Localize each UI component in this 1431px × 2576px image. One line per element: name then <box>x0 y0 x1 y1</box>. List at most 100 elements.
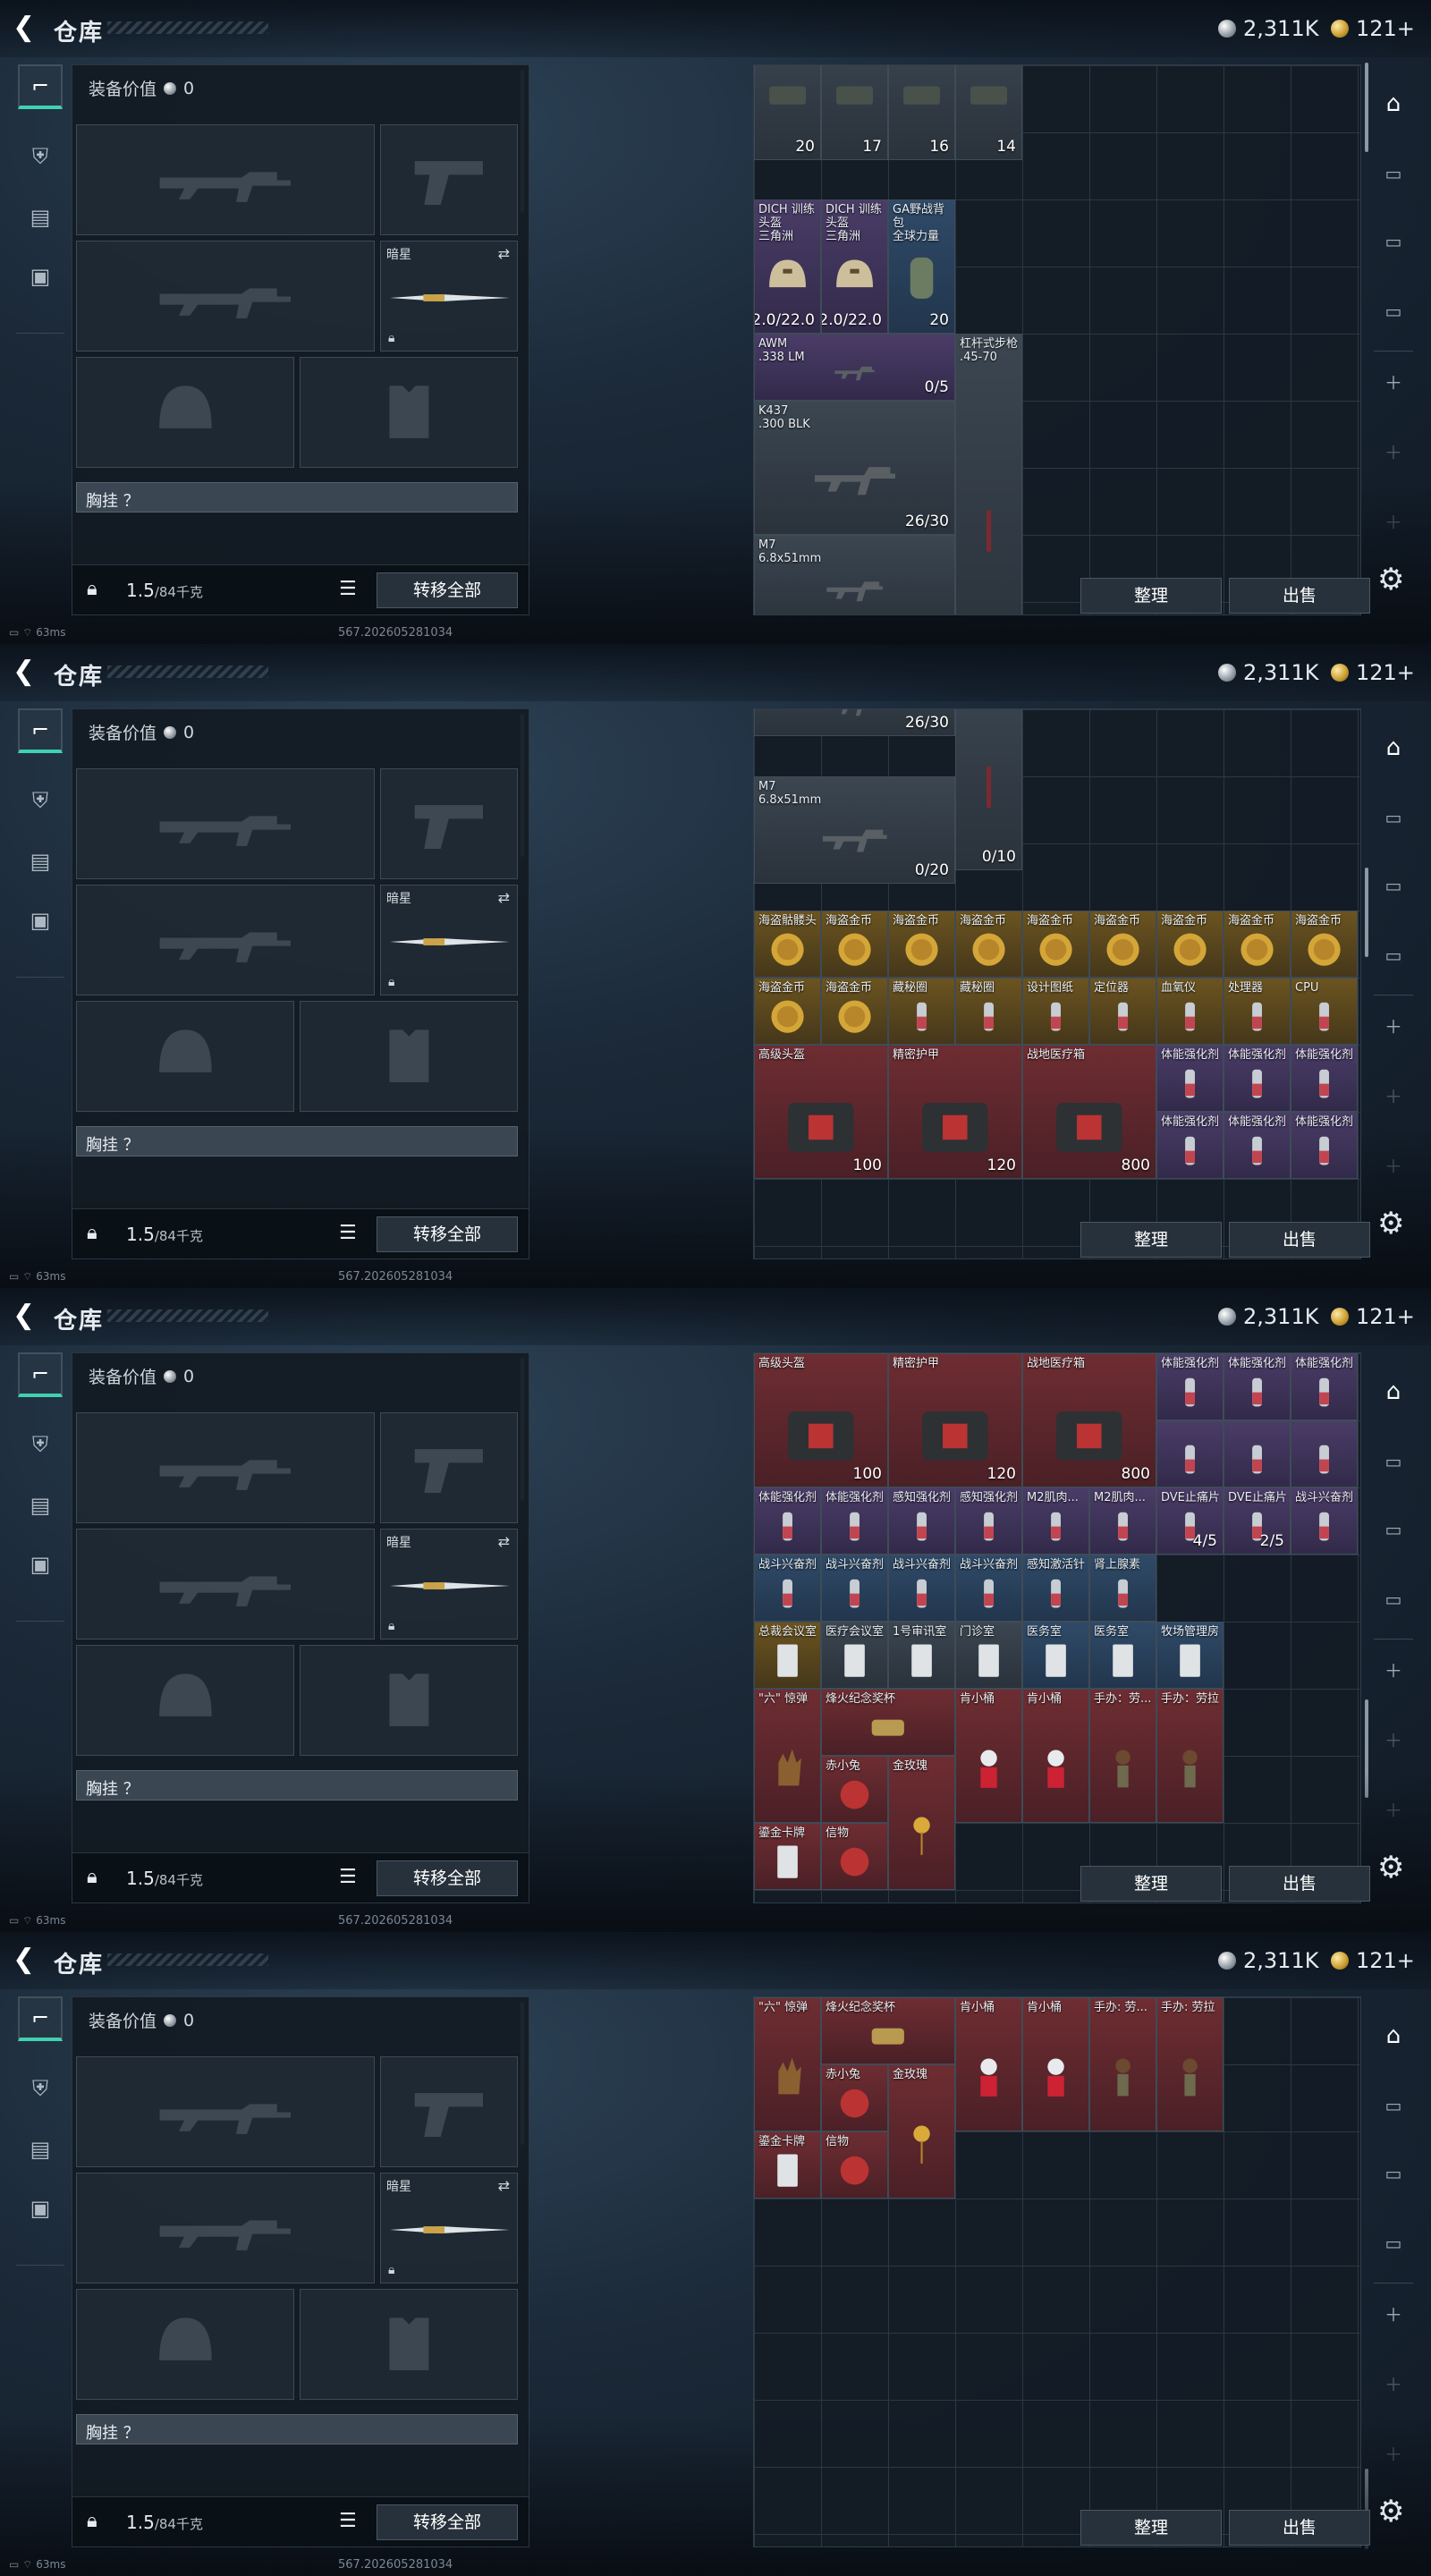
back-arrow-icon[interactable]: ❮ <box>13 13 41 43</box>
swap-icon[interactable]: ⇄ <box>498 889 510 906</box>
gold-currency[interactable]: 121+ <box>1331 1948 1415 1973</box>
stash-item[interactable]: 战斗兴奋剂 <box>754 1555 821 1622</box>
stash-item[interactable]: 海盗金币 <box>1089 911 1156 978</box>
stash-item[interactable]: AWM .338 LM 0/5 <box>754 334 955 401</box>
primary-weapon-slot[interactable] <box>76 124 375 235</box>
silver-currency[interactable]: 2,311K <box>1218 1304 1318 1329</box>
stash-item[interactable]: 手办：劳拉 <box>1156 1689 1224 1823</box>
back-arrow-icon[interactable]: ❮ <box>13 1301 41 1331</box>
stash-item[interactable]: 金玫瑰 <box>888 1756 955 1890</box>
nav-chest-rig-icon[interactable]: ▤ <box>18 1483 63 1528</box>
add-stash-icon[interactable]: ＋ <box>1374 2293 1413 2333</box>
transfer-all-button[interactable]: 转移全部 <box>377 572 518 608</box>
add-stash-icon[interactable]: ＋ <box>1374 1649 1413 1689</box>
nav-weapon-icon[interactable]: ⌐ <box>18 64 63 109</box>
stash-item[interactable]: 17 <box>821 65 888 160</box>
sell-button[interactable]: 出售 <box>1229 2510 1370 2546</box>
settings-gear-icon[interactable]: ⚙ <box>1377 562 1404 597</box>
armor-slot[interactable] <box>300 1645 518 1756</box>
stash-item[interactable]: "六" 惊弹 <box>754 1997 821 2131</box>
secondary-weapon-slot[interactable] <box>76 2173 375 2284</box>
stash-item[interactable]: 门诊室 <box>955 1622 1022 1689</box>
melee-slot[interactable]: 暗星 ⇄ 🔒︎ <box>380 1529 518 1640</box>
padlock-icon[interactable]: 🔒︎ <box>87 578 97 600</box>
padlock-icon[interactable]: 🔒︎ <box>87 1222 97 1244</box>
stash-item[interactable]: 战地医疗箱 800 <box>1022 1353 1156 1487</box>
list-icon[interactable]: ☰ <box>339 1222 357 1244</box>
pistol-slot[interactable] <box>380 124 518 235</box>
stash-item[interactable]: 总裁会议室 <box>754 1622 821 1689</box>
silver-currency[interactable]: 2,311K <box>1218 660 1318 685</box>
add-stash-icon[interactable]: ＋ <box>1374 1719 1413 1758</box>
stash-item[interactable] <box>1291 1420 1358 1487</box>
stash-item[interactable]: 体能强化剂 <box>754 1487 821 1555</box>
gold-currency[interactable]: 121+ <box>1331 16 1415 41</box>
sell-button[interactable]: 出售 <box>1229 1222 1370 1258</box>
sort-button[interactable]: 整理 <box>1080 1866 1222 1902</box>
stash-item[interactable]: 海盗金币 <box>1291 911 1358 978</box>
nav-chest-rig-icon[interactable]: ▤ <box>18 839 63 884</box>
stash-home-icon[interactable]: ⌂ <box>1374 84 1413 123</box>
stash-item[interactable]: 医务室 <box>1022 1622 1089 1689</box>
stash-item[interactable]: 精密护甲 120 <box>888 1045 1022 1179</box>
sell-button[interactable]: 出售 <box>1229 578 1370 614</box>
sort-button[interactable]: 整理 <box>1080 1222 1222 1258</box>
silver-currency[interactable]: 2,311K <box>1218 1948 1318 1973</box>
stash-item[interactable]: 体能强化剂 <box>1291 1353 1358 1420</box>
stash-item[interactable]: 海盗金币 <box>821 911 888 978</box>
melee-slot[interactable]: 暗星 ⇄ 🔒︎ <box>380 241 518 352</box>
stash-tab-4-icon[interactable]: ▭ <box>1374 1442 1413 1481</box>
stash-item[interactable]: 体能强化剂 <box>1224 1112 1291 1179</box>
stash-item[interactable]: 鎏金卡牌 <box>754 2131 821 2199</box>
stash-item[interactable]: 肯小桶 <box>955 1997 1022 2131</box>
stash-item[interactable]: 肯小桶 <box>1022 1689 1089 1823</box>
stash-item[interactable]: 烽火纪念奖杯 <box>821 1997 955 2064</box>
nav-armor-icon[interactable]: ⛨ <box>18 2066 63 2111</box>
nav-weapon-icon[interactable]: ⌐ <box>18 708 63 753</box>
stash-item[interactable]: GA野战背包 全球力量 20 <box>888 199 955 334</box>
add-stash-icon[interactable]: ＋ <box>1374 1145 1413 1184</box>
stash-item[interactable]: 体能强化剂 <box>1156 1353 1224 1420</box>
nav-armor-icon[interactable]: ⛨ <box>18 778 63 823</box>
stash-item[interactable]: 体能强化剂 <box>1224 1045 1291 1112</box>
stash-item[interactable]: 鎏金卡牌 <box>754 1823 821 1890</box>
sell-button[interactable]: 出售 <box>1229 1866 1370 1902</box>
stash-item[interactable]: 肯小桶 <box>1022 1997 1089 2131</box>
stash-item[interactable]: DICH 训练头盔三角洲 22.0/22.0 <box>754 199 821 334</box>
secondary-weapon-slot[interactable] <box>76 1529 375 1640</box>
stash-item[interactable]: DVE止痛片 4/5 <box>1156 1487 1224 1555</box>
stash-tab-3-icon[interactable]: ▭ <box>1374 1510 1413 1549</box>
stash-item[interactable]: 14 <box>955 65 1022 160</box>
stash-tab-2-icon[interactable]: ▭ <box>1374 1580 1413 1619</box>
stash-item[interactable]: M7 6.8x51mm 0/20 <box>754 776 955 884</box>
stash-item[interactable]: 手办：劳... <box>1089 1689 1156 1823</box>
primary-weapon-slot[interactable] <box>76 2056 375 2167</box>
add-stash-icon[interactable]: ＋ <box>1374 501 1413 540</box>
stash-item[interactable]: 医务室 <box>1089 1622 1156 1689</box>
stash-item[interactable]: 牧场管理房 <box>1156 1622 1224 1689</box>
helmet-slot[interactable] <box>76 1001 294 1112</box>
nav-armor-icon[interactable]: ⛨ <box>18 1422 63 1467</box>
sort-button[interactable]: 整理 <box>1080 2510 1222 2546</box>
back-arrow-icon[interactable]: ❮ <box>13 657 41 687</box>
stash-item[interactable]: K437.300 BLK 26/30 <box>754 401 955 535</box>
nav-backpack-icon[interactable]: ▣ <box>18 254 63 299</box>
nav-backpack-icon[interactable]: ▣ <box>18 898 63 943</box>
silver-currency[interactable]: 2,311K <box>1218 16 1318 41</box>
stash-item[interactable]: 体能强化剂 <box>1291 1045 1358 1112</box>
add-stash-icon[interactable]: ＋ <box>1374 431 1413 470</box>
list-icon[interactable]: ☰ <box>339 578 357 600</box>
melee-slot[interactable]: 暗星 ⇄ 🔒︎ <box>380 2173 518 2284</box>
stash-item[interactable]: 金玫瑰 <box>888 2064 955 2199</box>
primary-weapon-slot[interactable] <box>76 768 375 879</box>
stash-tab-4-icon[interactable]: ▭ <box>1374 154 1413 193</box>
sort-button[interactable]: 整理 <box>1080 578 1222 614</box>
add-stash-icon[interactable]: ＋ <box>1374 2433 1413 2472</box>
add-stash-icon[interactable]: ＋ <box>1374 1005 1413 1045</box>
stash-item[interactable]: 战地医疗箱 800 <box>1022 1045 1156 1179</box>
nav-weapon-icon[interactable]: ⌐ <box>18 1352 63 1397</box>
stash-item[interactable]: 海盗骷髅头 <box>754 911 821 978</box>
pistol-slot[interactable] <box>380 2056 518 2167</box>
primary-weapon-slot[interactable] <box>76 1412 375 1523</box>
stash-tab-3-icon[interactable]: ▭ <box>1374 222 1413 261</box>
